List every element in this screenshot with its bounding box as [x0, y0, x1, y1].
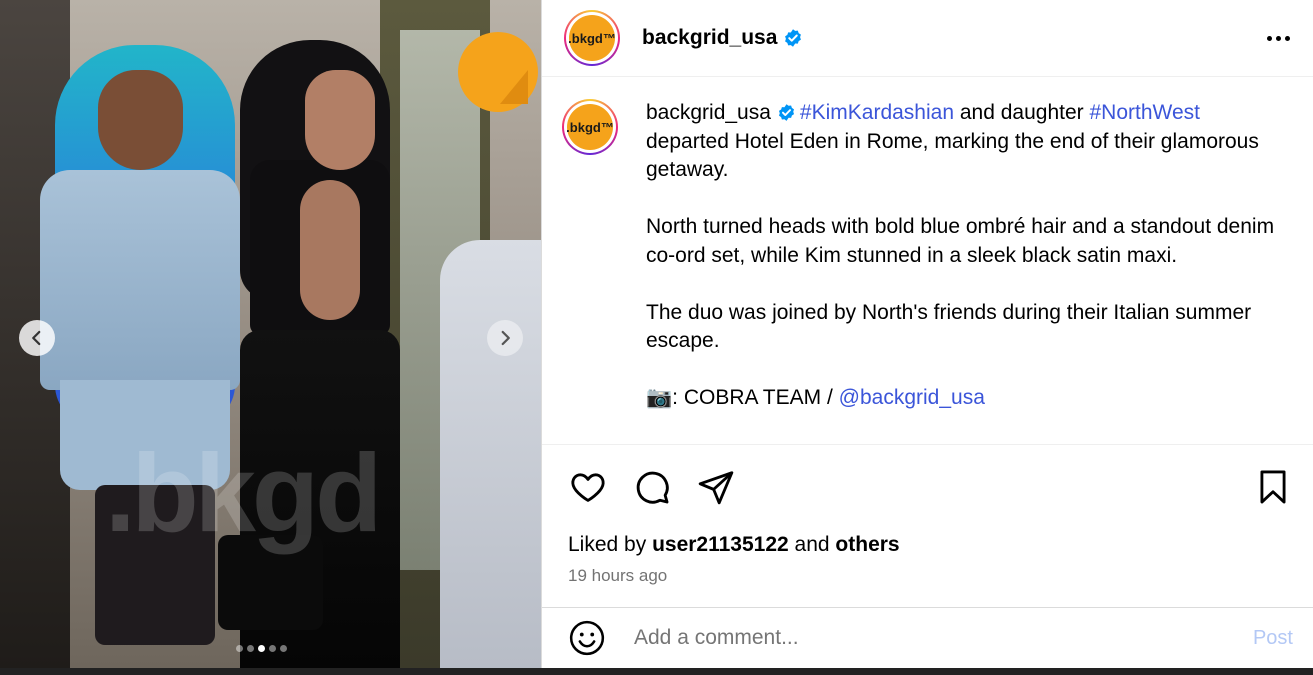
carousel-dot[interactable] [236, 645, 243, 652]
carousel-dots [236, 645, 287, 652]
more-options-icon [1266, 35, 1272, 41]
more-options-dot [1284, 35, 1290, 41]
chevron-right-icon [501, 330, 510, 346]
caption-paragraph: The duo was joined by North's friends du… [646, 300, 1252, 353]
more-options-dot [1275, 35, 1281, 41]
verified-badge-icon [785, 29, 802, 47]
photo-person-right [440, 240, 541, 668]
photo-watermark: .bkgd [105, 432, 382, 555]
carousel-next-button[interactable] [487, 320, 523, 356]
hashtag-link[interactable]: #KimKardashian [800, 101, 954, 124]
avatar[interactable]: .bkgd™ [564, 10, 620, 66]
post-media-carousel[interactable]: .bkgd [0, 0, 541, 668]
comment-icon [636, 471, 669, 504]
photo-figure-2-skin [300, 180, 360, 320]
background-page-strip [0, 668, 1313, 675]
avatar-ring-inner: .bkgd™ [566, 12, 618, 64]
photo-logo-triangle [500, 70, 528, 104]
comment-composer: Post [542, 607, 1313, 668]
caption-username[interactable]: backgrid_usa [646, 101, 771, 124]
heart-icon [571, 473, 605, 502]
photo-figure-1-jacket [40, 170, 240, 390]
post-dialog: .bkgd .bkgd™ backgrid_usa .bkgd™ backgri… [0, 0, 1313, 668]
caption-section: .bkgd™ backgrid_usa #KimKardashian and d… [542, 77, 1313, 445]
liked-by-others[interactable]: others [835, 533, 899, 556]
like-button[interactable] [568, 467, 608, 507]
photo-figure-1-face [98, 70, 183, 170]
caption-text-segment: departed Hotel Eden in Rome, marking the… [646, 129, 1259, 182]
likes-summary: Liked by user21135122 and others [542, 529, 1313, 561]
avatar-ring-inner: .bkgd™ [564, 101, 616, 153]
chevron-left-icon [32, 330, 41, 346]
avatar-logo: .bkgd™ [566, 104, 614, 150]
more-options-button[interactable] [1263, 28, 1293, 48]
emoji-icon[interactable] [568, 619, 606, 657]
carousel-dot[interactable] [269, 645, 276, 652]
post-comment-button[interactable]: Post [1253, 627, 1293, 650]
post-timestamp[interactable]: 19 hours ago [542, 561, 1313, 591]
mention-link[interactable]: @backgrid_usa [839, 386, 985, 409]
liked-by-user[interactable]: user21135122 [652, 533, 789, 556]
caption-paragraph: North turned heads with bold blue ombré … [646, 215, 1275, 267]
camera-emoji-icon: 📷 [646, 386, 673, 409]
action-bar [542, 445, 1313, 529]
share-button[interactable] [696, 467, 736, 507]
header-username[interactable]: backgrid_usa [642, 26, 777, 50]
carousel-dot[interactable] [280, 645, 287, 652]
caption-text: backgrid_usa #KimKardashian and daughter… [646, 99, 1276, 444]
caption-avatar[interactable]: .bkgd™ [562, 99, 618, 155]
hashtag-link[interactable]: #NorthWest [1089, 101, 1200, 124]
likes-middle: and [788, 533, 836, 556]
caption-paragraph: backgrid_usa #KimKardashian and daughter… [646, 99, 1276, 185]
caption-text-segment: and daughter [954, 101, 1090, 124]
verified-badge-icon [778, 104, 794, 121]
carousel-dot-active[interactable] [258, 645, 265, 652]
save-button[interactable] [1253, 467, 1293, 507]
bookmark-icon [1260, 470, 1286, 504]
share-icon [698, 471, 734, 505]
caption-credit: 📷: COBRA TEAM / @backgrid_usa [646, 384, 1276, 413]
likes-prefix: Liked by [568, 533, 653, 556]
comment-input[interactable] [632, 625, 1253, 651]
carousel-dot[interactable] [247, 645, 254, 652]
post-header: .bkgd™ backgrid_usa [542, 0, 1313, 77]
caption-text-segment: : COBRA TEAM / [672, 386, 839, 409]
photo-figure-2-face [305, 70, 375, 170]
avatar-logo: .bkgd™ [568, 15, 616, 61]
carousel-prev-button[interactable] [19, 320, 55, 356]
comment-button[interactable] [632, 467, 672, 507]
post-sidebar: .bkgd™ backgrid_usa .bkgd™ backgrid_usa [541, 0, 1313, 668]
